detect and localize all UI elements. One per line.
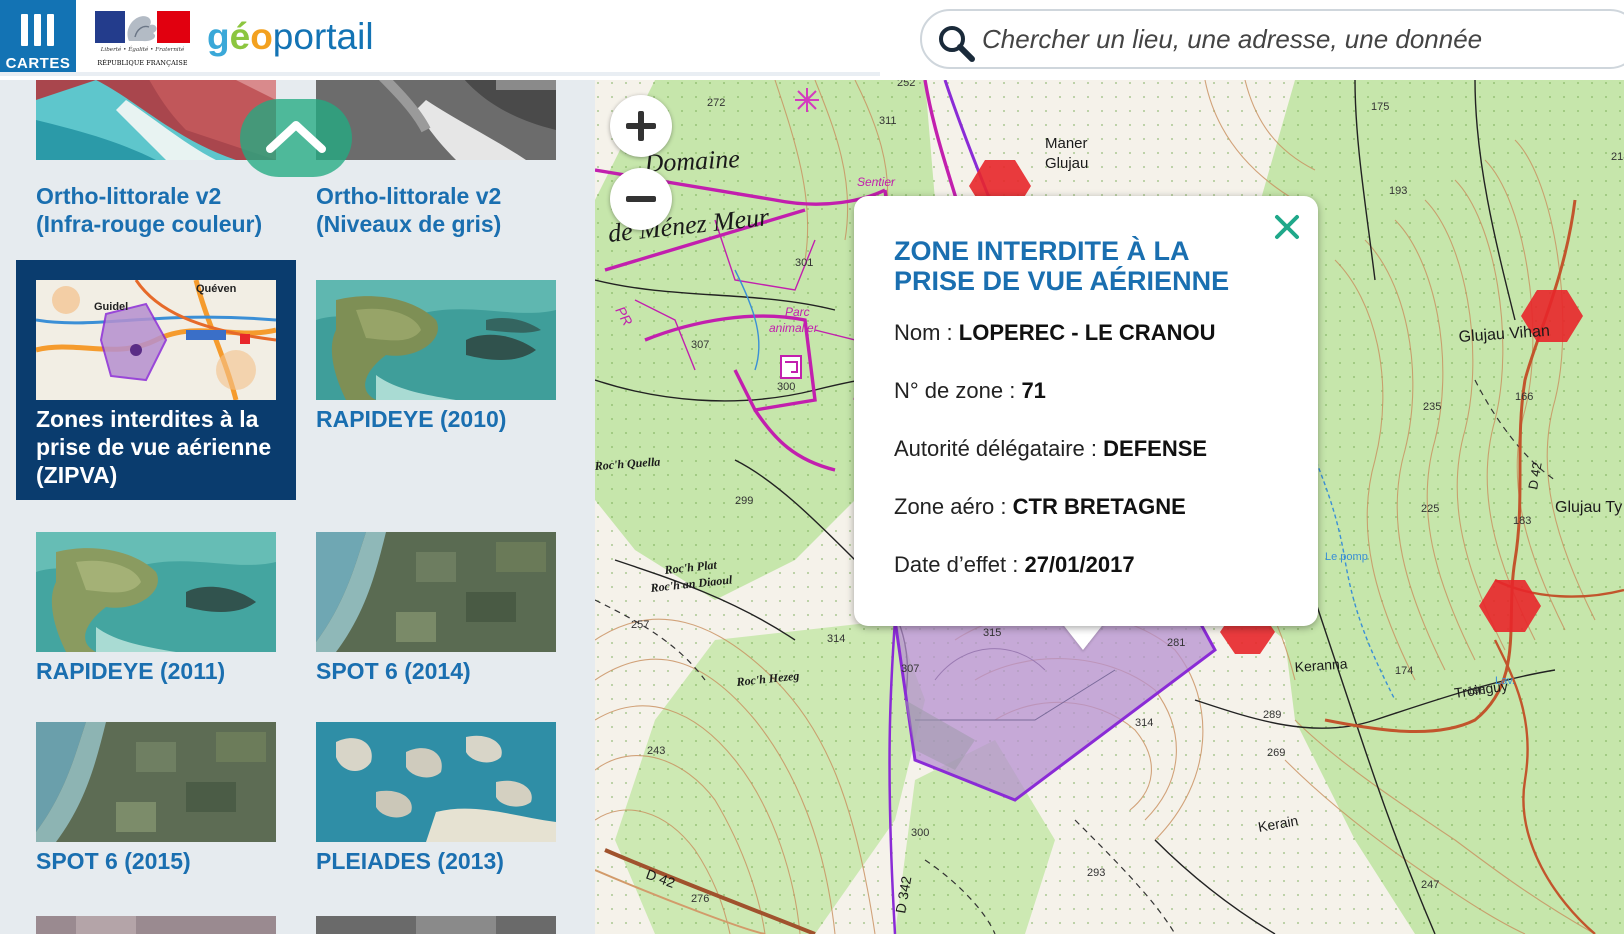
republique-francaise-logo: Liberté • Égalité • Fraternité RÉPUBLIQU… xyxy=(95,11,190,69)
svg-text:299: 299 xyxy=(735,495,753,507)
thumbnail-partial xyxy=(316,916,556,934)
svg-text:243: 243 xyxy=(647,745,665,757)
svg-text:300: 300 xyxy=(777,381,795,393)
thumbnail-ortho-gris xyxy=(316,80,556,160)
svg-text:300: 300 xyxy=(911,827,929,839)
svg-text:307: 307 xyxy=(901,663,919,675)
chevron-up-icon xyxy=(266,121,326,153)
zoom-out-button[interactable] xyxy=(610,168,672,230)
thumbnail-rapideye-2011 xyxy=(36,532,276,652)
thumbnail-spot6-2014 xyxy=(316,532,556,652)
svg-text:272: 272 xyxy=(707,97,725,109)
map-catalog-sidebar[interactable]: Ortho-littorale v2 (Infra-rouge couleur)… xyxy=(0,80,595,934)
svg-text:193: 193 xyxy=(1389,185,1407,197)
map-label-glujau-ty: Glujau Ty xyxy=(1555,499,1622,516)
parc-animalier-icon xyxy=(780,355,802,379)
svg-text:252: 252 xyxy=(897,80,915,89)
thumbnail-pleiades-2013 xyxy=(316,722,556,842)
search-box[interactable] xyxy=(920,9,1624,69)
popup-title: ZONE INTERDITE À LA PRISE DE VUE AÉRIENN… xyxy=(894,236,1230,296)
thumbnail-spot6-2015 xyxy=(36,722,276,842)
svg-text:225: 225 xyxy=(1421,503,1439,515)
svg-text:293: 293 xyxy=(1087,867,1105,879)
cartes-menu-button[interactable]: CARTES xyxy=(0,0,76,76)
svg-text:235: 235 xyxy=(1423,401,1441,413)
popup-row-zone-number: N° de zone : 71 xyxy=(894,378,1046,403)
map-label-le-pomp: Le pomp xyxy=(1325,551,1368,563)
geoportail-app: CARTES Liberté • Égalité • Fraternité RÉ… xyxy=(0,0,1624,934)
svg-text:315: 315 xyxy=(983,627,1001,639)
close-icon[interactable] xyxy=(1270,210,1304,244)
tile-label: Ortho-littorale v2 (Infra-rouge couleur) xyxy=(36,183,263,237)
tile-label: Ortho-littorale v2 (Niveaux de gris) xyxy=(316,183,502,237)
svg-text:269: 269 xyxy=(1267,747,1285,759)
tile-label: SPOT 6 (2015) xyxy=(36,848,191,874)
minus-icon xyxy=(626,196,656,202)
search-input[interactable] xyxy=(982,17,1622,61)
map-label-maner: Maner xyxy=(1045,135,1088,152)
svg-text:174: 174 xyxy=(1395,665,1413,677)
search-icon[interactable] xyxy=(936,23,976,63)
marianne-icon xyxy=(95,11,190,43)
geoportail-logo[interactable]: géoportail xyxy=(207,12,374,62)
header: CARTES Liberté • Égalité • Fraternité RÉ… xyxy=(0,0,1624,80)
tile-label: SPOT 6 (2014) xyxy=(316,658,471,684)
svg-text:247: 247 xyxy=(1421,879,1439,891)
svg-text:166: 166 xyxy=(1515,391,1533,403)
popup-row-zone-aero: Zone aéro : CTR BRETAGNE xyxy=(894,494,1186,519)
svg-text:Guidel: Guidel xyxy=(94,301,128,313)
thumbnail-rapideye-2010 xyxy=(316,280,556,400)
cartes-label: CARTES xyxy=(5,55,71,72)
svg-text:218: 218 xyxy=(1611,151,1624,163)
map-label-lav: Lav. xyxy=(1495,675,1515,687)
svg-text:289: 289 xyxy=(1263,709,1281,721)
svg-text:Quéven: Quéven xyxy=(196,283,237,295)
map-pictogram-icon xyxy=(795,88,819,112)
svg-text:314: 314 xyxy=(1135,717,1153,729)
svg-text:257: 257 xyxy=(631,619,649,631)
scroll-up-button[interactable] xyxy=(240,99,352,177)
map-label-parc: Parc xyxy=(785,305,810,319)
tile-label: Zones interdites à la prise de vue aérie… xyxy=(36,406,272,488)
popup-row-date-effet: Date d’effet : 27/01/2017 xyxy=(894,552,1135,577)
popup-row-autorite: Autorité délégataire : DEFENSE xyxy=(894,436,1208,461)
svg-text:307: 307 xyxy=(691,339,709,351)
thumbnail-zipva: Guidel Quéven xyxy=(36,280,276,400)
feature-info-popup: ZONE INTERDITE À LA PRISE DE VUE AÉRIENN… xyxy=(854,196,1318,626)
thumbnail-partial xyxy=(36,916,276,934)
svg-text:175: 175 xyxy=(1371,101,1389,113)
menu-bars-icon xyxy=(21,14,55,46)
zoom-in-button[interactable] xyxy=(610,95,672,157)
republic-name: RÉPUBLIQUE FRANÇAISE xyxy=(97,59,188,67)
svg-text:196: 196 xyxy=(1467,685,1485,697)
tile-label: PLEIADES (2013) xyxy=(316,848,504,874)
tile-label: RAPIDEYE (2010) xyxy=(316,406,507,432)
map-label-glujau: Glujau xyxy=(1045,155,1088,172)
svg-text:314: 314 xyxy=(827,633,845,645)
svg-text:276: 276 xyxy=(691,893,709,905)
svg-text:311: 311 xyxy=(879,115,897,127)
header-divider xyxy=(0,72,880,76)
popup-pointer xyxy=(1061,622,1105,650)
svg-text:281: 281 xyxy=(1167,637,1185,649)
svg-text:301: 301 xyxy=(795,257,813,269)
republic-motto: Liberté • Égalité • Fraternité xyxy=(100,47,185,53)
tile-label: RAPIDEYE (2011) xyxy=(36,658,226,684)
map-label-sentier: Sentier xyxy=(857,175,896,189)
popup-row-nom: Nom : LOPEREC - LE CRANOU xyxy=(894,320,1216,345)
map-label-animalier: animalier xyxy=(769,321,819,335)
svg-text:183: 183 xyxy=(1513,515,1531,527)
